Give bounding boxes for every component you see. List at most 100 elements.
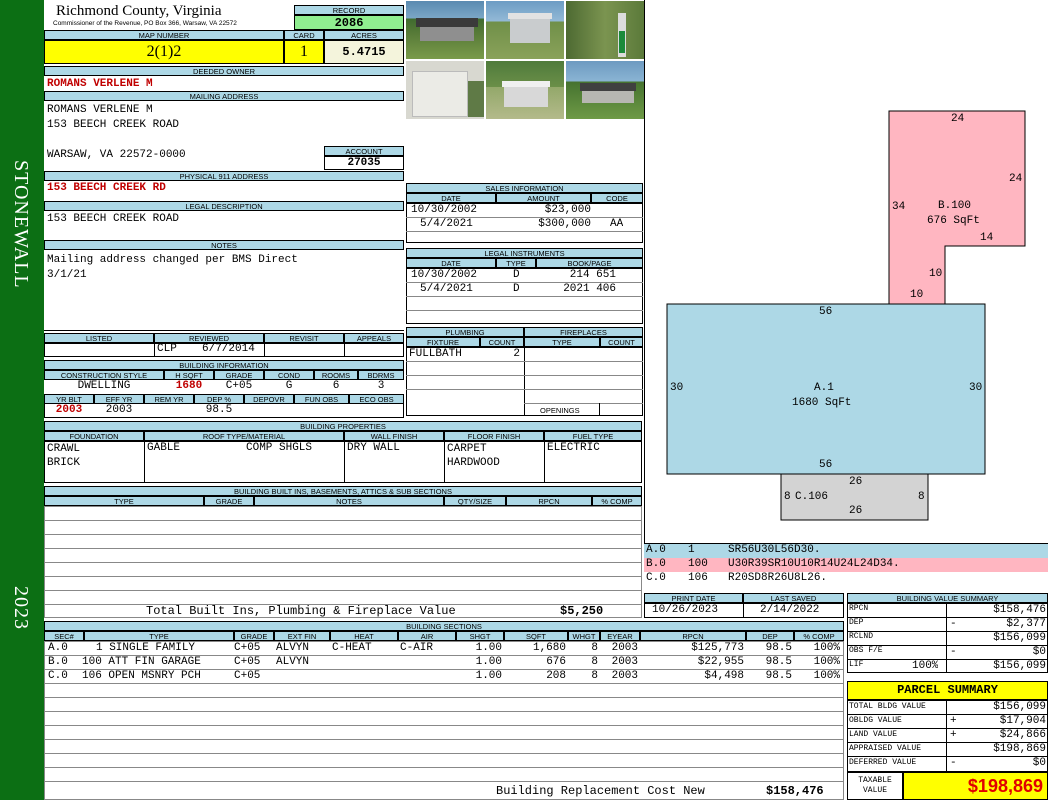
- roof-material: COMP SHGLS: [246, 442, 313, 454]
- section-dep: 98.5: [765, 656, 792, 668]
- plumbing-title: PLUMBING: [406, 327, 524, 337]
- dim-label: 10: [910, 289, 924, 301]
- section-rpcn: $125,773: [691, 642, 744, 654]
- section-extfin: ALVYN: [276, 656, 310, 668]
- parcel-value: $24,866: [999, 729, 1046, 741]
- bi-label-hsqft: H SQFT: [164, 370, 214, 380]
- sketch-b-label: B.100: [938, 200, 972, 212]
- prop-col-floor: FLOOR FINISH: [444, 431, 544, 441]
- section-comp: 100%: [813, 642, 840, 654]
- bin-col-type: TYPE: [44, 496, 204, 506]
- bi-label-remyr: REM YR: [144, 394, 194, 404]
- print-date: 10/26/2023: [652, 604, 719, 616]
- photo-shed: [405, 60, 485, 120]
- section-type: 1 SINGLE FAMILY: [96, 642, 196, 654]
- sec-col-sqft: SQFT: [504, 631, 568, 641]
- sales-col-date: DATE: [406, 193, 496, 203]
- vs-value: $2,377: [1006, 618, 1046, 630]
- bi-label-yrblt: YR BLT: [44, 394, 94, 404]
- fireplaces-title: FIREPLACES: [524, 327, 643, 337]
- sketch-a-area: 1680 SqFt: [792, 397, 852, 409]
- bi-label-bdrms: BDRMS: [358, 370, 404, 380]
- bi-label-style: CONSTRUCTION STYLE: [44, 370, 164, 380]
- plumbing-col-count: COUNT: [480, 337, 524, 347]
- vs-label: OBS F/E: [849, 646, 883, 655]
- dim-label: 56: [819, 306, 833, 318]
- sec-col-grade: GRADE: [234, 631, 274, 641]
- section-shgt: 1.00: [475, 656, 502, 668]
- district-name: STONEWALL: [10, 160, 32, 289]
- builtins-total-label: Total Built Ins, Plumbing & Fireplace Va…: [146, 604, 456, 618]
- sales-col-amount: AMOUNT: [496, 193, 591, 203]
- section-whgt: 8: [591, 656, 598, 668]
- section-num: C.0: [48, 670, 68, 682]
- bi-cond: G: [285, 380, 293, 392]
- section-dep: 98.5: [765, 670, 792, 682]
- section-type: 106 OPEN MSNRY PCH: [82, 670, 201, 682]
- legal-description: 153 BEECH CREEK ROAD: [47, 213, 180, 225]
- bi-label-depovr: DEPOVR: [244, 394, 294, 404]
- print-date-label: PRINT DATE: [644, 593, 743, 603]
- parcel-label: DEFERRED VALUE: [849, 758, 917, 767]
- sale-amount: $300,000: [538, 218, 591, 230]
- sec-col-whgt: WHGT: [568, 631, 600, 641]
- dim-label: 26: [849, 505, 863, 517]
- legend-row-b: B.0 100 U30R39SR10U10R14U24L24D34.: [644, 558, 1048, 572]
- prop-col-wall: WALL FINISH: [344, 431, 444, 441]
- parcel-label: OBLDG VALUE: [849, 716, 902, 725]
- section-grade: C+05: [234, 642, 261, 654]
- li-col-date: DATE: [406, 258, 496, 268]
- bi-label-funobs: FUN OBS: [294, 394, 349, 404]
- sec-col-num: SEC#: [44, 631, 84, 641]
- sale-amount: $23,000: [544, 204, 591, 216]
- sales-title: SALES INFORMATION: [406, 183, 643, 193]
- mailing-address: ROMANS VERLENE M 153 BEECH CREEK ROAD WA…: [47, 104, 186, 161]
- plumbing-count: 2: [513, 348, 520, 360]
- bi-label-cond: COND: [264, 370, 314, 380]
- dim-label: 30: [969, 382, 983, 394]
- dim-label: 14: [980, 232, 994, 244]
- li-col-book: BOOK/PAGE: [536, 258, 643, 268]
- li-col-type: TYPE: [496, 258, 536, 268]
- foundation-values: CRAWL BRICK: [47, 443, 81, 469]
- county-title: Richmond County, Virginia: [56, 3, 222, 19]
- section-dep: 98.5: [765, 642, 792, 654]
- acres-value: 5.4715: [324, 40, 404, 64]
- bi-label-dep: DEP %: [194, 394, 244, 404]
- notes-label: NOTES: [44, 240, 404, 250]
- legend-row-c: C.0 106 R20SD8R26U8L26.: [644, 572, 1048, 586]
- dim-label: 30: [670, 382, 684, 394]
- fuel-type: ELECTRIC: [547, 442, 600, 454]
- section-sqft: 676: [546, 656, 566, 668]
- mailing-address-label: MAILING ADDRESS: [44, 91, 404, 101]
- bin-col-qty: QTY/SIZE: [444, 496, 506, 506]
- prop-col-foundation: FOUNDATION: [44, 431, 144, 441]
- parcel-summary-title: PARCEL SUMMARY: [847, 681, 1048, 700]
- section-rpcn: $4,498: [704, 670, 744, 682]
- section-num: B.0: [48, 656, 68, 668]
- last-saved-label: LAST SAVED: [743, 593, 844, 603]
- section-eyear: 2003: [611, 656, 638, 668]
- bi-grade: C+05: [225, 380, 253, 392]
- vs-value: $156,099: [993, 660, 1046, 672]
- builtins-total: $5,250: [560, 604, 604, 618]
- appeals-label: APPEALS: [344, 333, 404, 343]
- li-type: D: [513, 283, 520, 295]
- bi-label-grade: GRADE: [214, 370, 264, 380]
- revisit-label: REVISIT: [264, 333, 344, 343]
- physical-address: 153 BEECH CREEK RD: [47, 182, 166, 194]
- section-comp: 100%: [813, 656, 840, 668]
- parcel-value: $17,904: [999, 715, 1046, 727]
- sec-col-comp: % COMP: [794, 631, 844, 641]
- photo-house-side: [565, 60, 645, 120]
- value-summary-title: BUILDING VALUE SUMMARY: [847, 593, 1048, 603]
- record-label: RECORD: [294, 5, 404, 15]
- section-heat: C-HEAT: [332, 642, 372, 654]
- li-date: 10/30/2002: [411, 269, 478, 281]
- vs-label: RCLND: [849, 632, 874, 641]
- map-number-label: MAP NUMBER: [44, 30, 284, 40]
- builtins-title: BUILDING BUILT INS, BASEMENTS, ATTICS & …: [44, 486, 642, 496]
- dim-label: 10: [929, 268, 943, 280]
- sec-col-air: AIR: [398, 631, 456, 641]
- section-grade: C+05: [234, 670, 261, 682]
